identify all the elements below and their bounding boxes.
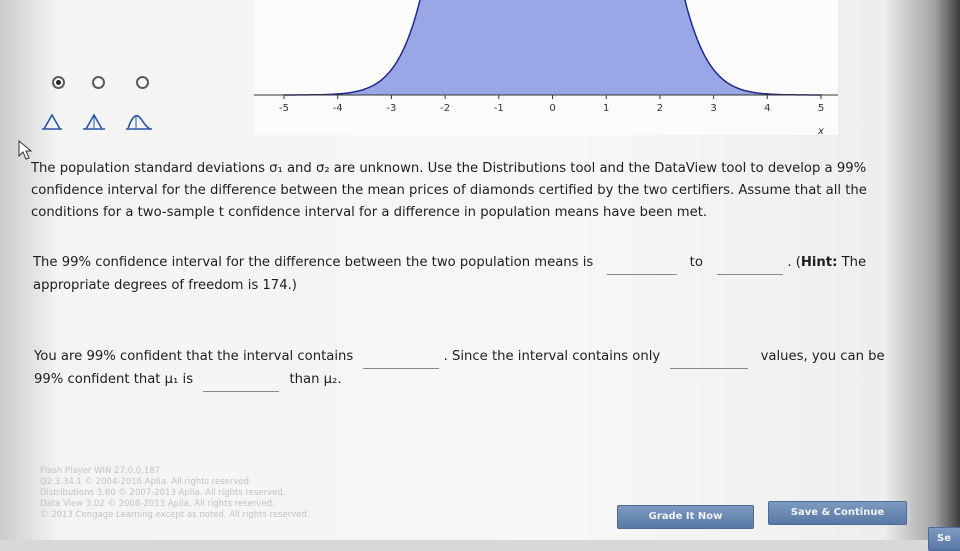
ci-lower-input[interactable]	[607, 252, 678, 275]
distribution-plot[interactable]: -5 -4 -3 -2 -1 0 1 2 3 4 5 x	[254, 0, 838, 145]
x-tick-label: -4	[333, 103, 343, 114]
x-tick-label: -1	[494, 103, 504, 114]
grade-it-now-button[interactable]: Grade It Now	[617, 505, 754, 529]
values-dropdown[interactable]	[670, 346, 749, 369]
partial-button[interactable]: Se	[928, 527, 960, 551]
footer-line: Data View 3.02 © 2008-2013 Aplia. All ri…	[40, 499, 275, 509]
contains-dropdown[interactable]	[363, 346, 440, 369]
x-tick-label: 5	[818, 103, 824, 114]
x-tick-label: 2	[657, 103, 663, 114]
normal-curve-icon	[43, 113, 61, 130]
distribution-radio-3[interactable]	[136, 76, 149, 89]
ci-to-label: to	[689, 255, 703, 270]
conclusion-text-3: values, you can be	[760, 349, 885, 364]
x-tick-label: 3	[710, 103, 716, 114]
x-tick-label: -5	[279, 103, 289, 114]
conclusion-sentence: You are 99% confident that the interval …	[34, 346, 914, 392]
ci-line-2: appropriate degrees of freedom is 174.)	[33, 278, 297, 293]
ci-upper-input[interactable]	[717, 252, 784, 275]
conclusion-text-4: 99% confident that μ₁ is	[34, 372, 194, 387]
ci-hint-paren: . (	[787, 255, 801, 270]
conclusion-text-5: than μ₂.	[289, 372, 342, 387]
footer-line: © 2013 Cengage Learning except as noted.…	[40, 510, 310, 520]
x-tick-label: 0	[549, 103, 555, 114]
footer-line: Distributions 3.60 © 2007-2013 Aplia. Al…	[40, 488, 286, 498]
question-line-2: confidence interval for the difference b…	[31, 183, 867, 198]
ci-sentence: The 99% confidence interval for the diff…	[33, 252, 913, 297]
x-axis-label: x	[817, 126, 824, 137]
distribution-radio-2[interactable]	[92, 76, 105, 89]
x-tick-label: 4	[764, 103, 770, 114]
chi-square-curve-icon	[127, 114, 151, 130]
question-text: The population standard deviations σ₁ an…	[31, 158, 911, 224]
save-continue-button[interactable]: Save & Continue	[768, 501, 907, 525]
x-tick-label: -3	[386, 103, 396, 114]
ci-hint-label: Hint:	[800, 255, 838, 270]
x-tick-label: 1	[603, 103, 609, 114]
ci-text: The 99% confidence interval for the diff…	[33, 255, 594, 270]
conclusion-text-2: . Since the interval contains only	[443, 349, 661, 364]
footer-line: Flash Player WIN 27,0,0,187	[40, 466, 161, 476]
distribution-radio-1[interactable]	[52, 76, 65, 89]
copyright-footer: Flash Player WIN 27,0,0,187 Q2 3.34.1 © …	[40, 466, 310, 521]
conclusion-text-1: You are 99% confident that the interval …	[34, 349, 354, 364]
question-line-3: conditions for a two-sample t confidence…	[31, 205, 708, 220]
distribution-icons	[42, 113, 152, 130]
footer-line: Q2 3.34.1 © 2004-2016 Aplia. All rights …	[40, 477, 252, 487]
mouse-cursor-icon	[18, 140, 33, 160]
question-line-1: The population standard deviations σ₁ an…	[31, 161, 867, 176]
shaded-area	[284, 0, 821, 95]
ci-hint-text: The	[841, 255, 867, 270]
screen-edge	[936, 0, 960, 540]
x-tick-label: -2	[440, 103, 450, 114]
comparison-dropdown[interactable]	[203, 369, 280, 392]
